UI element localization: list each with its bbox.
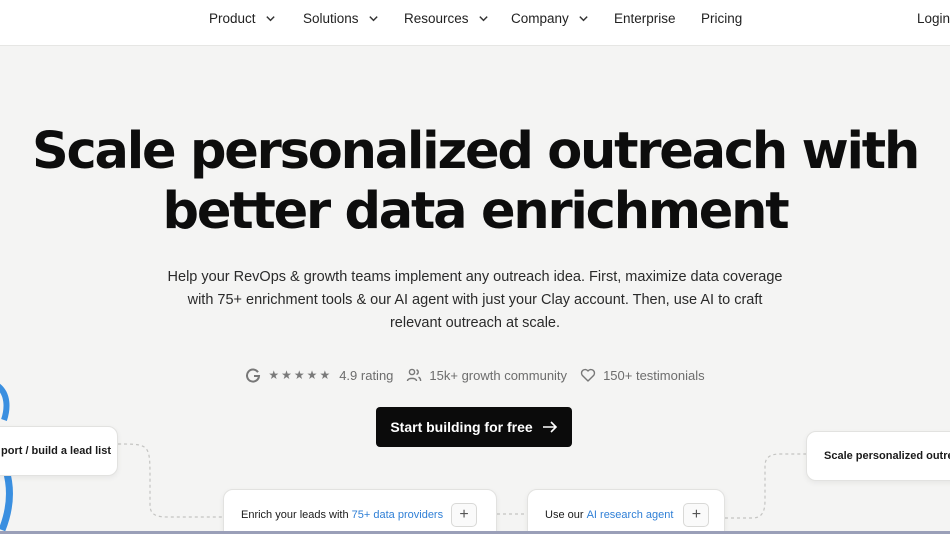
hero-title-line-1: Scale personalized outreach with	[31, 122, 920, 181]
nav-resources-label: Resources	[404, 10, 469, 26]
card-research-highlight: AI research agent	[586, 509, 674, 521]
testimonials-text: 150+ testimonials	[603, 367, 705, 383]
login-link[interactable]: Login	[917, 9, 950, 27]
nav-enterprise[interactable]: Enterprise	[614, 9, 676, 27]
nav-pricing-label: Pricing	[701, 10, 743, 26]
chevron-down-icon	[578, 13, 589, 24]
rating-stars: ★★★★★	[268, 368, 333, 382]
card-enrich-highlight: 75+ data providers	[351, 509, 444, 521]
card-import-text: port / build a lead list	[1, 445, 112, 457]
nav-product-label: Product	[209, 10, 256, 26]
rating-text: 4.9 rating	[339, 367, 394, 383]
card-scale-outreach[interactable]: Scale personalized outrea	[806, 431, 950, 481]
add-enrichment-button[interactable]: +	[451, 503, 478, 527]
nav-solutions[interactable]: Solutions	[303, 9, 379, 27]
chevron-down-icon	[265, 13, 276, 24]
hero-title: Scale personalized outreach with better …	[0, 122, 950, 242]
chevron-down-icon	[478, 13, 489, 24]
heart-icon	[580, 367, 596, 383]
nav-pricing[interactable]: Pricing	[701, 9, 742, 27]
users-icon	[406, 367, 422, 383]
community-stat: 15k+ growth community	[406, 367, 567, 383]
nav-enterprise-label: Enterprise	[614, 10, 676, 26]
arrow-right-icon	[542, 420, 558, 434]
testimonials-stat: 150+ testimonials	[580, 367, 705, 383]
card-enrich-prefix: Enrich your leads with	[241, 509, 352, 521]
hero-subtitle-line-1: Help your RevOps & growth teams implemen…	[167, 269, 783, 285]
nav-company[interactable]: Company	[511, 9, 589, 27]
login-label: Login	[917, 10, 950, 26]
hero-subtitle-line-2: with 75+ enrichment tools & our AI agent…	[187, 292, 763, 308]
rating-stat: ★★★★★ 4.9 rating	[245, 367, 393, 383]
card-scale-text: Scale personalized outrea	[824, 450, 950, 462]
card-research-agent[interactable]: Use our AI research agent +	[527, 489, 725, 534]
hero-subtitle: Help your RevOps & growth teams implemen…	[150, 266, 800, 335]
hero-subtitle-line-3: relevant outreach at scale.	[389, 315, 561, 331]
top-nav: Product Solutions Resources Company Ente…	[0, 0, 950, 46]
card-research-prefix: Use our	[545, 509, 587, 521]
start-building-label: Start building for free	[390, 419, 533, 435]
community-text: 15k+ growth community	[429, 367, 568, 383]
card-enrich-leads[interactable]: Enrich your leads with 75+ data provider…	[223, 489, 497, 534]
nav-product[interactable]: Product	[209, 9, 276, 27]
hero-title-line-2: better data enrichment	[162, 182, 790, 241]
social-proof-stats: ★★★★★ 4.9 rating 15k+ growth community 1…	[0, 364, 950, 386]
card-import-leads[interactable]: port / build a lead list	[0, 426, 118, 476]
nav-solutions-label: Solutions	[303, 10, 359, 26]
start-building-button[interactable]: Start building for free	[376, 407, 572, 447]
add-research-button[interactable]: +	[683, 503, 710, 527]
nav-company-label: Company	[511, 10, 569, 26]
chevron-down-icon	[368, 13, 379, 24]
g2-logo-icon	[245, 367, 261, 383]
nav-resources[interactable]: Resources	[404, 9, 489, 27]
